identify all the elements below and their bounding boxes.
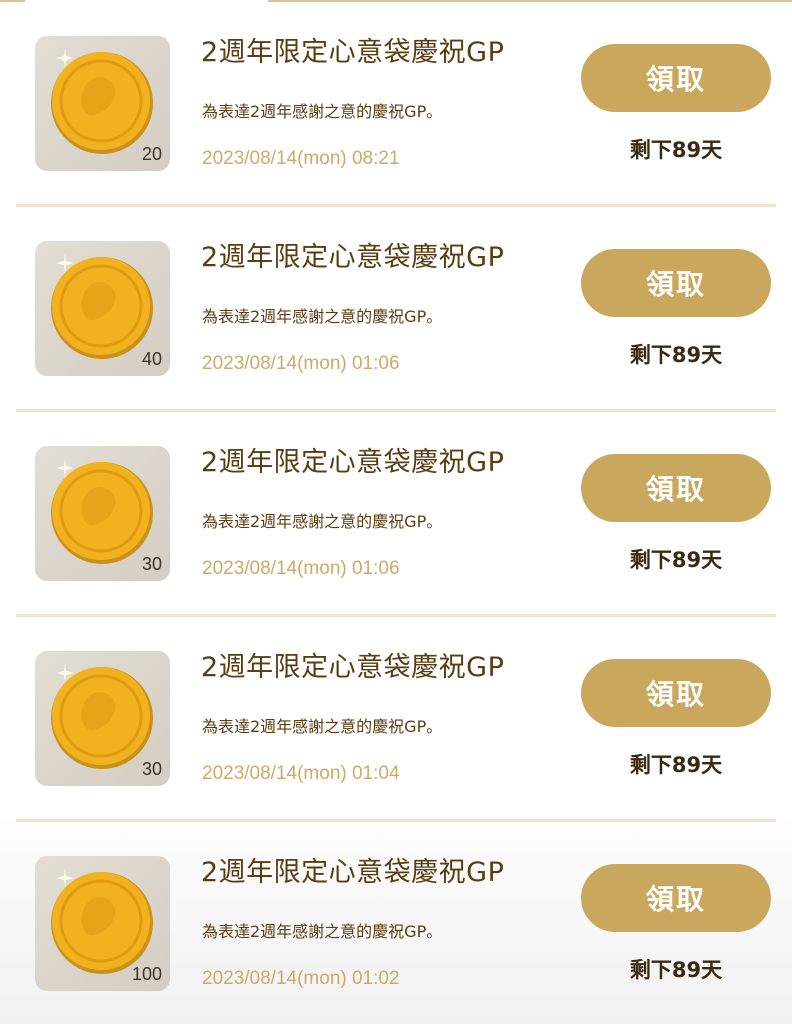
gift-count: 100 <box>131 964 162 984</box>
remaining-days: 剩下89天 <box>629 548 723 572</box>
remaining-days: 剩下89天 <box>629 753 723 777</box>
gift-thumbnail: 30 <box>35 446 170 581</box>
gift-thumbnail: 20 <box>35 36 170 171</box>
gift-item: 20 2週年限定心意袋慶祝GP 為表達2週年感謝之意的慶祝GP。 2023/08… <box>0 0 792 207</box>
gift-count: 20 <box>141 144 162 164</box>
gift-count: 30 <box>141 759 162 779</box>
gift-title: 2週年限定心意袋慶祝GP <box>201 857 505 888</box>
gift-date: 2023/08/14(mon) 01:06 <box>202 353 400 374</box>
gift-date: 2023/08/14(mon) 01:04 <box>202 763 400 784</box>
gift-item: 100 2週年限定心意袋慶祝GP 為表達2週年感謝之意的慶祝GP。 2023/0… <box>0 820 792 1025</box>
gift-date: 2023/08/14(mon) 08:21 <box>202 148 400 169</box>
gift-description: 為表達2週年感謝之意的慶祝GP。 <box>202 717 443 736</box>
gift-description: 為表達2週年感謝之意的慶祝GP。 <box>202 102 443 121</box>
remaining-days: 剩下89天 <box>629 138 723 162</box>
gift-date: 2023/08/14(mon) 01:06 <box>202 558 400 579</box>
claim-button[interactable]: 領取 <box>581 249 771 317</box>
remaining-days: 剩下89天 <box>629 343 723 367</box>
gift-item: 40 2週年限定心意袋慶祝GP 為表達2週年感謝之意的慶祝GP。 2023/08… <box>0 205 792 412</box>
claim-button[interactable]: 領取 <box>581 659 771 727</box>
gift-thumbnail: 100 <box>35 856 170 991</box>
claim-button[interactable]: 領取 <box>581 454 771 522</box>
gift-thumbnail: 40 <box>35 241 170 376</box>
gift-count: 40 <box>141 349 162 369</box>
gift-description: 為表達2週年感謝之意的慶祝GP。 <box>202 922 443 941</box>
gift-title: 2週年限定心意袋慶祝GP <box>201 37 505 68</box>
claim-button[interactable]: 領取 <box>581 44 771 112</box>
gift-description: 為表達2週年感謝之意的慶祝GP。 <box>202 512 443 531</box>
gift-title: 2週年限定心意袋慶祝GP <box>201 652 505 683</box>
gift-title: 2週年限定心意袋慶祝GP <box>201 242 505 273</box>
gift-item: 30 2週年限定心意袋慶祝GP 為表達2週年感謝之意的慶祝GP。 2023/08… <box>0 410 792 617</box>
gift-count: 30 <box>141 554 162 574</box>
gift-date: 2023/08/14(mon) 01:02 <box>202 968 400 989</box>
gift-item: 30 2週年限定心意袋慶祝GP 為表達2週年感謝之意的慶祝GP。 2023/08… <box>0 615 792 822</box>
gift-title: 2週年限定心意袋慶祝GP <box>201 447 505 478</box>
claim-button[interactable]: 領取 <box>581 864 771 932</box>
gift-thumbnail: 30 <box>35 651 170 786</box>
gift-description: 為表達2週年感謝之意的慶祝GP。 <box>202 307 443 326</box>
remaining-days: 剩下89天 <box>629 958 723 982</box>
